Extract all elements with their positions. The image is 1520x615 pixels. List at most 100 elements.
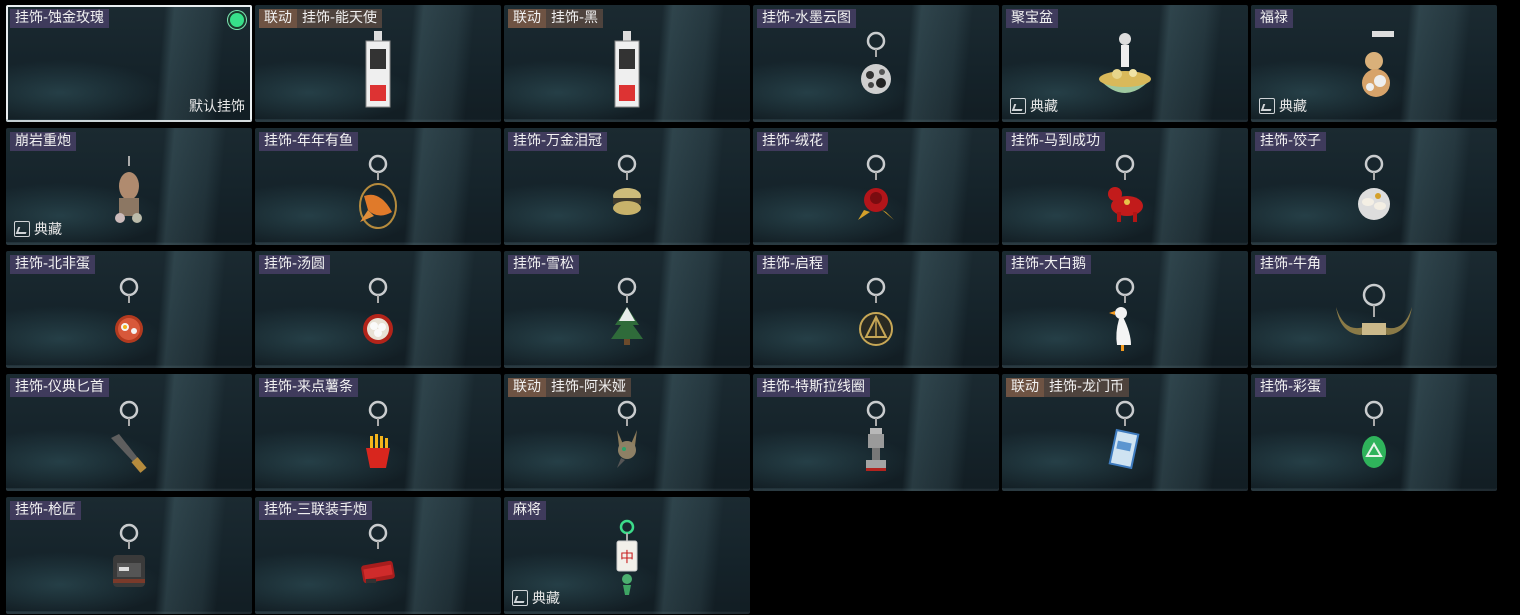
- charm-card[interactable]: 挂饰-饺子: [1251, 128, 1497, 245]
- card-labels: 挂饰-牛角: [1255, 255, 1327, 274]
- goose-icon: [1085, 273, 1165, 365]
- collab-tag: 联动: [1006, 378, 1044, 397]
- charm-card[interactable]: 联动 挂饰-黑: [504, 5, 750, 122]
- charm-title: 挂饰-牛角: [1255, 255, 1327, 274]
- card-labels: 挂饰-饺子: [1255, 132, 1327, 151]
- charm-card[interactable]: 挂饰-大白鹅: [1002, 251, 1248, 368]
- collab-tag: 联动: [259, 9, 297, 28]
- charm-title: 挂饰-来点薯条: [259, 378, 359, 397]
- card-labels: 联动 挂饰-能天使: [259, 9, 383, 28]
- card-labels: 联动 挂饰-龙门币: [1006, 378, 1130, 397]
- charm-card[interactable]: 联动 挂饰-阿米娅: [504, 374, 750, 491]
- charm-card[interactable]: 挂饰-枪匠: [6, 497, 252, 614]
- bunny-icon: [587, 396, 667, 488]
- charm-card[interactable]: 挂饰-特斯拉线圈: [753, 374, 999, 491]
- charm-card[interactable]: 挂饰-雪松: [504, 251, 750, 368]
- charm-card[interactable]: 联动 挂饰-能天使: [255, 5, 501, 122]
- charm-title: 挂饰-蚀金玫瑰: [10, 9, 110, 28]
- card-labels: 挂饰-北非蛋: [10, 255, 96, 274]
- collection-badge: 典藏: [512, 588, 560, 608]
- collection-badge: 典藏: [1010, 96, 1058, 116]
- tag-card-icon: [338, 27, 418, 119]
- card-labels: 联动 挂饰-黑: [508, 9, 604, 28]
- collection-label: 典藏: [1279, 99, 1307, 115]
- charm-card[interactable]: 挂饰-绒花: [753, 128, 999, 245]
- default-charm-label: 默认挂饰: [189, 99, 245, 115]
- charm-title: 聚宝盆: [1006, 9, 1058, 28]
- charm-title: 挂饰-马到成功: [1006, 132, 1106, 151]
- card-icon: [1085, 396, 1165, 488]
- equipped-indicator-icon: [230, 13, 244, 27]
- collection-label: 典藏: [1030, 99, 1058, 115]
- card-labels: 挂饰-三联装手炮: [259, 501, 373, 520]
- card-labels: 崩岩重炮: [10, 132, 76, 151]
- launcher-icon: [338, 519, 418, 611]
- tree-icon: [587, 273, 667, 365]
- fries-icon: [338, 396, 418, 488]
- charm-card[interactable]: 挂饰-来点薯条: [255, 374, 501, 491]
- charm-title: 挂饰-黑: [546, 9, 604, 28]
- charm-card[interactable]: 挂饰-彩蛋: [1251, 374, 1497, 491]
- charm-card[interactable]: 挂饰-仪典匕首: [6, 374, 252, 491]
- charm-card[interactable]: 崩岩重炮 典藏: [6, 128, 252, 245]
- gourd-icon: [1334, 27, 1414, 119]
- flower-icon: [836, 150, 916, 242]
- charm-card[interactable]: 挂饰-三联装手炮: [255, 497, 501, 614]
- charm-card[interactable]: 挂饰-年年有鱼: [255, 128, 501, 245]
- charm-card[interactable]: 挂饰-水墨云图: [753, 5, 999, 122]
- charm-title: 挂饰-龙门币: [1044, 378, 1130, 397]
- card-labels: 挂饰-大白鹅: [1006, 255, 1092, 274]
- charm-title: 挂饰-饺子: [1255, 132, 1327, 151]
- card-labels: 挂饰-万金泪冠: [508, 132, 608, 151]
- card-labels: 挂饰-年年有鱼: [259, 132, 359, 151]
- card-labels: 挂饰-来点薯条: [259, 378, 359, 397]
- charm-title: 挂饰-能天使: [297, 9, 383, 28]
- card-labels: 麻将: [508, 501, 546, 520]
- card-labels: 挂饰-蚀金玫瑰: [10, 9, 110, 28]
- treasure-bowl-icon: [1085, 27, 1165, 119]
- charm-card[interactable]: 麻将典藏 中: [504, 497, 750, 614]
- charm-card[interactable]: 挂饰-汤圆: [255, 251, 501, 368]
- pan-egg-icon: [89, 273, 169, 365]
- card-labels: 聚宝盆: [1006, 9, 1058, 28]
- collection-icon: [14, 221, 30, 237]
- bowl-icon: [338, 273, 418, 365]
- charm-title: 挂饰-绒花: [757, 132, 829, 151]
- charm-card[interactable]: 联动 挂饰-龙门币: [1002, 374, 1248, 491]
- charm-card[interactable]: 挂饰-牛角: [1251, 251, 1497, 368]
- dagger-icon: [89, 396, 169, 488]
- charm-card[interactable]: 聚宝盆典藏: [1002, 5, 1248, 122]
- charm-title: 挂饰-雪松: [508, 255, 580, 274]
- svg-text:中: 中: [620, 550, 634, 566]
- card-labels: 挂饰-马到成功: [1006, 132, 1106, 151]
- charm-card[interactable]: 挂饰-启程: [753, 251, 999, 368]
- dumpling-icon: [1334, 150, 1414, 242]
- charm-title: 挂饰-仪典匕首: [10, 378, 110, 397]
- charm-title: 挂饰-特斯拉线圈: [757, 378, 871, 397]
- card-labels: 挂饰-汤圆: [259, 255, 331, 274]
- collection-icon: [1010, 98, 1026, 114]
- collection-badge: 典藏: [1259, 96, 1307, 116]
- figure-icon: [89, 150, 169, 242]
- charm-card[interactable]: 挂饰-蚀金玫瑰默认挂饰: [6, 5, 252, 122]
- medal-icon: [836, 273, 916, 365]
- card-labels: 挂饰-仪典匕首: [10, 378, 110, 397]
- green-egg-icon: [1334, 396, 1414, 488]
- charm-title: 挂饰-阿米娅: [546, 378, 632, 397]
- card-labels: 挂饰-特斯拉线圈: [757, 378, 871, 397]
- charm-title: 挂饰-枪匠: [10, 501, 82, 520]
- fish-icon: [338, 150, 418, 242]
- collab-tag: 联动: [508, 378, 546, 397]
- charm-card[interactable]: 福禄 典藏: [1251, 5, 1497, 122]
- charm-title: 挂饰-万金泪冠: [508, 132, 608, 151]
- charm-card[interactable]: 挂饰-北非蛋: [6, 251, 252, 368]
- charm-card[interactable]: 挂饰-马到成功: [1002, 128, 1248, 245]
- charm-title: 挂饰-三联装手炮: [259, 501, 373, 520]
- card-labels: 挂饰-水墨云图: [757, 9, 857, 28]
- tag-card-icon: [587, 27, 667, 119]
- coil-icon: [836, 396, 916, 488]
- horns-icon: [1334, 273, 1414, 365]
- charm-title: 挂饰-水墨云图: [757, 9, 857, 28]
- charm-card[interactable]: 挂饰-万金泪冠: [504, 128, 750, 245]
- collection-label: 典藏: [532, 591, 560, 607]
